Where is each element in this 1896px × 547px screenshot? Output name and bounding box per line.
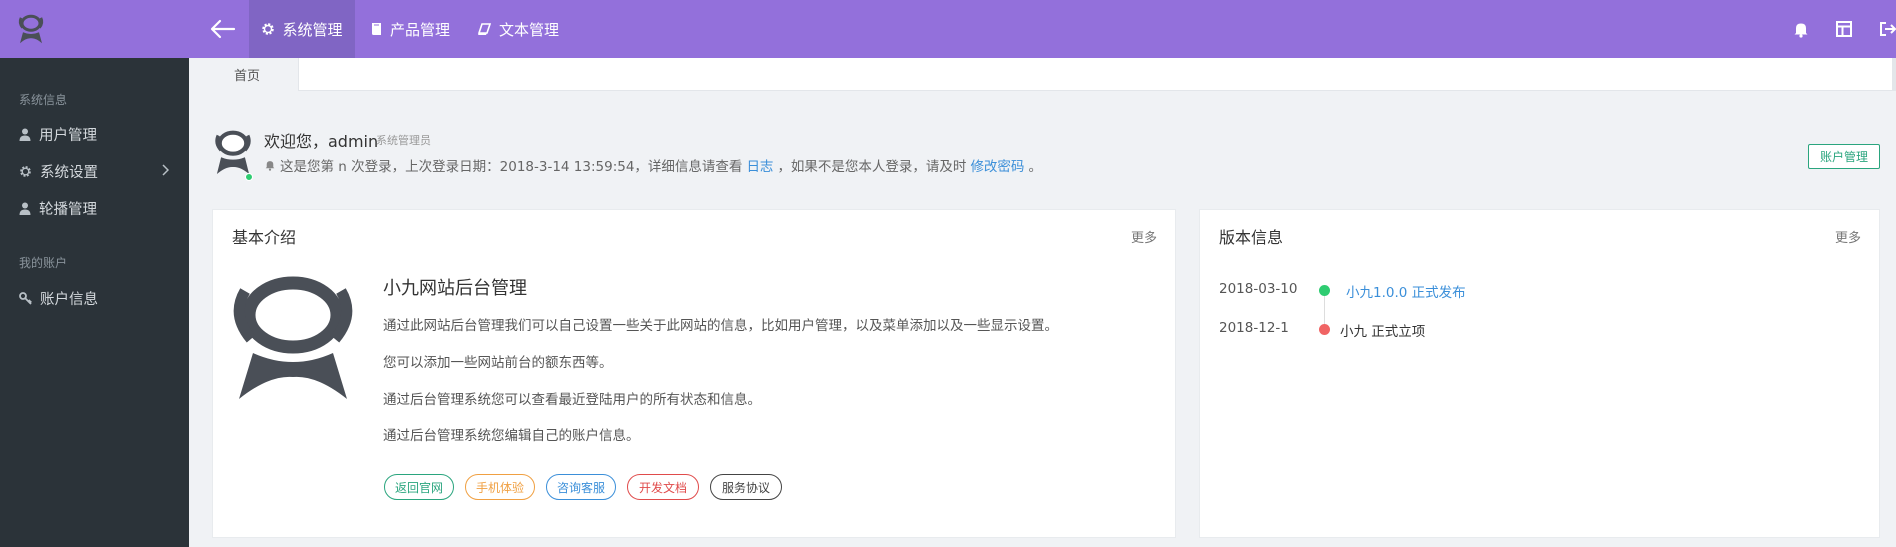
timeline-release-link[interactable]: 小九1.0.0 正式发布 bbox=[1346, 281, 1466, 301]
tag-customer-service[interactable]: 咨询客服 bbox=[546, 474, 616, 500]
sidebar-item-label: 轮播管理 bbox=[39, 201, 97, 218]
login-info-text: ，如果不是您本人登录，请及时 bbox=[777, 159, 967, 175]
more-link[interactable]: 更多 bbox=[1835, 227, 1861, 246]
bell-icon[interactable] bbox=[1790, 18, 1812, 40]
change-password-link[interactable]: 修改密码 bbox=[970, 155, 1024, 175]
bell-icon bbox=[265, 161, 275, 171]
back-arrow-icon[interactable] bbox=[208, 14, 238, 44]
nav-tab-label: 产品管理 bbox=[390, 20, 451, 39]
intro-heading: 小九网站后台管理 bbox=[383, 278, 527, 299]
user-icon bbox=[19, 202, 31, 215]
timeline-date: 2018-03-10 bbox=[1219, 281, 1298, 297]
intro-card: 基本介绍 更多 小九网站后台管理 通过此网站后台管理我们可以自己设置一些关于此网… bbox=[212, 209, 1176, 538]
tab-strip-scroll-edge bbox=[1892, 58, 1896, 91]
tab-home[interactable]: 首页 bbox=[196, 58, 299, 91]
brand-logo-icon bbox=[233, 276, 353, 399]
card-title: 基本介绍 bbox=[232, 228, 297, 247]
sidebar-item-label: 用户管理 bbox=[39, 127, 97, 144]
tag-dev-docs[interactable]: 开发文档 bbox=[627, 474, 699, 500]
login-info-text: 这是您第 n 次登录，上次登录日期：2018-3-14 13:59:54，详细信… bbox=[280, 159, 743, 175]
timeline-dot bbox=[1319, 285, 1330, 296]
timeline-dot bbox=[1319, 324, 1330, 335]
intro-paragraph: 通过此网站后台管理我们可以自己设置一些关于此网站的信息，比如用户管理，以及菜单添… bbox=[383, 318, 1058, 334]
nav-tab-text[interactable]: 文本管理 bbox=[477, 0, 559, 58]
account-management-button[interactable]: 账户管理 bbox=[1808, 144, 1880, 169]
book-icon bbox=[372, 23, 381, 35]
sidebar-section-title: 我的账户 bbox=[19, 256, 68, 270]
page-tab-strip: 首页 bbox=[196, 58, 1896, 91]
tag-official-site[interactable]: 返回官网 bbox=[384, 474, 454, 500]
gear-icon bbox=[20, 165, 31, 177]
nav-tab-label: 文本管理 bbox=[499, 20, 560, 39]
log-link[interactable]: 日志 bbox=[746, 155, 773, 175]
gear-icon bbox=[262, 23, 275, 35]
nav-tab-product[interactable]: 产品管理 bbox=[371, 0, 450, 58]
tag-service-agreement[interactable]: 服务协议 bbox=[710, 474, 782, 500]
nav-tab-system[interactable]: 系统管理 bbox=[249, 0, 355, 58]
sidebar: 系统信息 用户管理 系统设置 轮播管理 我的账户 账户信息 bbox=[0, 58, 189, 547]
card-title: 版本信息 bbox=[1219, 228, 1284, 247]
logout-icon[interactable] bbox=[1876, 18, 1896, 40]
user-icon bbox=[19, 128, 31, 141]
login-info-text: 。 bbox=[1028, 159, 1042, 175]
sidebar-item-user-management[interactable]: 用户管理 bbox=[19, 122, 169, 146]
welcome-greeting: 欢迎您，admin bbox=[264, 132, 379, 151]
sidebar-item-label: 账户信息 bbox=[40, 291, 98, 308]
top-navbar: 系统管理 产品管理 文本管理 bbox=[0, 0, 1896, 58]
version-card: 版本信息 更多 2018-03-10 小九1.0.0 正式发布 2018-12-… bbox=[1199, 209, 1880, 538]
chevron-right-icon bbox=[162, 164, 169, 176]
tab-label: 首页 bbox=[233, 69, 260, 84]
timeline-date: 2018-12-1 bbox=[1219, 320, 1289, 336]
online-status-dot bbox=[245, 173, 253, 181]
intro-paragraph: 您可以添加一些网站前台的额东西等。 bbox=[383, 355, 613, 371]
tag-mobile-experience[interactable]: 手机体验 bbox=[465, 474, 535, 500]
logo-icon bbox=[18, 14, 44, 44]
timeline-text: 小九 正式立项 bbox=[1340, 324, 1426, 340]
sidebar-section-title: 系统信息 bbox=[19, 93, 68, 107]
sidebar-item-label: 系统设置 bbox=[40, 164, 98, 181]
intro-paragraph: 通过后台管理系统您编辑自己的账户信息。 bbox=[383, 428, 640, 444]
app-logo[interactable] bbox=[0, 0, 62, 58]
intro-paragraph: 通过后台管理系统您可以查看最近登陆用户的所有状态和信息。 bbox=[383, 392, 761, 408]
more-link[interactable]: 更多 bbox=[1131, 227, 1157, 246]
user-role-label: 系统管理员 bbox=[376, 134, 431, 147]
book-open-icon bbox=[477, 23, 492, 35]
nav-tab-label: 系统管理 bbox=[282, 20, 343, 39]
avatar[interactable] bbox=[212, 128, 256, 181]
welcome-panel: 欢迎您，admin 系统管理员 这是您第 n 次登录，上次登录日期：2018-3… bbox=[212, 124, 1884, 184]
sidebar-item-account-info[interactable]: 账户信息 bbox=[19, 286, 169, 310]
sidebar-item-system-settings[interactable]: 系统设置 bbox=[19, 159, 169, 183]
login-info-line: 这是您第 n 次登录，上次登录日期：2018-3-14 13:59:54，详细信… bbox=[264, 155, 1042, 175]
avatar-logo-icon bbox=[215, 130, 251, 174]
layout-icon[interactable] bbox=[1833, 18, 1855, 40]
sidebar-item-carousel[interactable]: 轮播管理 bbox=[19, 196, 169, 220]
key-icon bbox=[19, 291, 32, 305]
